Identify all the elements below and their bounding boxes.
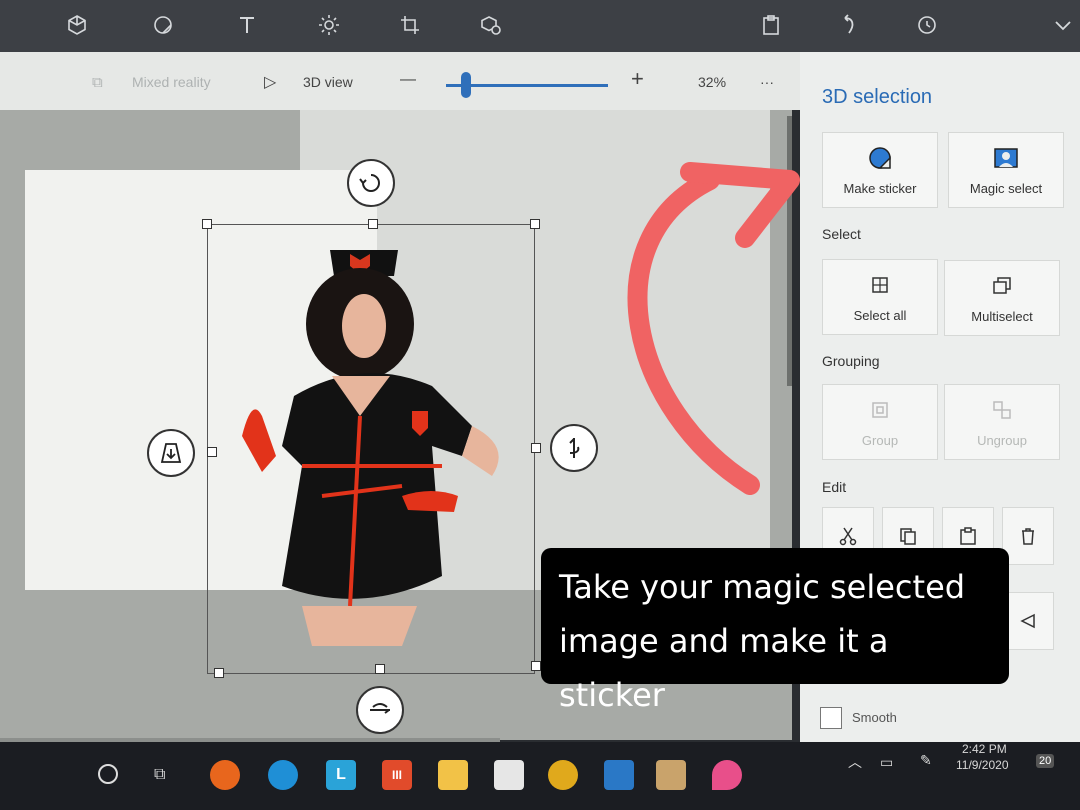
z-position-button[interactable]: [147, 429, 195, 477]
expand-icon[interactable]: [1048, 10, 1078, 40]
undo-icon[interactable]: [834, 10, 864, 40]
magic-select-label: Magic select: [969, 180, 1043, 196]
firefox-icon[interactable]: [210, 760, 240, 790]
resize-handle-bottom-left[interactable]: [214, 668, 224, 678]
store-icon[interactable]: [494, 760, 524, 790]
paste-icon: [960, 527, 976, 545]
mail-icon[interactable]: [604, 760, 634, 790]
caption-line-2: image and make it a sticker: [559, 622, 889, 714]
copy-icon: [900, 528, 916, 545]
resize-handle-right[interactable]: [531, 443, 541, 453]
panel-title: 3D selection: [822, 86, 933, 108]
trash-icon: [1022, 528, 1034, 545]
multiselect-button[interactable]: Multiselect: [944, 260, 1060, 336]
paste-icon[interactable]: [756, 10, 786, 40]
z-depth-icon: [160, 443, 182, 463]
annotation-caption: Take your magic selected image and make …: [541, 548, 1009, 714]
multiselect-icon: [993, 276, 1011, 294]
rotate-x-icon: [370, 703, 390, 714]
resize-handle-top-left[interactable]: [202, 219, 212, 229]
make-sticker-button[interactable]: Make sticker: [822, 132, 938, 208]
resize-handle-bottom[interactable]: [375, 664, 385, 674]
flip-button[interactable]: [1002, 592, 1054, 650]
rotate-icon: [359, 174, 380, 192]
3d-shapes-icon[interactable]: [62, 10, 92, 40]
red-app-icon[interactable]: III: [382, 760, 412, 790]
select-all-button[interactable]: Select all: [822, 259, 938, 335]
ungroup-label: Ungroup: [977, 432, 1027, 448]
3d-view-button[interactable]: 3D view: [303, 74, 353, 90]
ungroup-icon: [993, 400, 1011, 419]
annotation-arrow: [627, 162, 800, 495]
magic-select-icon: [994, 147, 1018, 168]
file-explorer-icon[interactable]: [438, 760, 468, 790]
ungroup-button[interactable]: Ungroup: [944, 384, 1060, 460]
zoom-out-button[interactable]: —: [400, 71, 416, 89]
search-circle-icon[interactable]: [98, 764, 118, 784]
rotate-y-button[interactable]: [550, 424, 598, 472]
grouping-section-label: Grouping: [822, 353, 880, 369]
scissors-icon: [839, 527, 857, 546]
mixed-reality-icon[interactable]: ⧉: [92, 74, 103, 91]
make-sticker-label: Make sticker: [843, 180, 917, 196]
canvas-icon[interactable]: [395, 10, 425, 40]
3d-library-icon[interactable]: [476, 10, 506, 40]
resize-handle-top[interactable]: [368, 219, 378, 229]
mixed-reality-button[interactable]: Mixed reality: [132, 74, 211, 90]
rotate-x-button[interactable]: [356, 686, 404, 734]
select-section-label: Select: [822, 226, 861, 242]
top-toolbar: [0, 0, 1080, 52]
resize-handle-bottom-right[interactable]: [531, 661, 541, 671]
sticker-icon: [869, 146, 891, 169]
flip-icon: [1020, 613, 1035, 629]
resize-handle-top-right[interactable]: [530, 219, 540, 229]
delete-button[interactable]: [1002, 507, 1054, 565]
zoom-in-button[interactable]: +: [631, 66, 644, 92]
caption-line-1: Take your magic selected: [559, 568, 966, 606]
windows-taskbar: ⧉ L III ︿ ▭ ✎ 2:42 PM 11/9/2020 20: [0, 742, 1080, 810]
select-all-icon: [872, 276, 888, 293]
stickers-icon[interactable]: [148, 10, 178, 40]
rotate-y-icon: [569, 438, 580, 458]
battery-icon[interactable]: ▭: [880, 754, 893, 771]
show-hidden-icons-button[interactable]: ︿: [848, 752, 862, 772]
task-view-icon[interactable]: ⧉: [154, 766, 165, 784]
zoom-slider-thumb[interactable]: [461, 72, 471, 98]
history-icon[interactable]: [912, 10, 942, 40]
effects-icon[interactable]: [314, 10, 344, 40]
paint-3d-icon[interactable]: [712, 760, 742, 790]
edge-icon[interactable]: [268, 760, 298, 790]
group-button[interactable]: Group: [822, 384, 938, 460]
text-icon[interactable]: [232, 10, 262, 40]
zoom-value[interactable]: 32%: [698, 74, 726, 90]
paint-icon[interactable]: [656, 760, 686, 790]
selection-box[interactable]: [207, 224, 535, 674]
3d-view-icon: ▷: [264, 74, 277, 91]
multiselect-label: Multiselect: [971, 308, 1033, 324]
magic-select-button[interactable]: Magic select: [948, 132, 1064, 208]
clock-time[interactable]: 2:42 PM: [962, 742, 1007, 756]
resize-handle-left[interactable]: [207, 447, 217, 457]
view-toolbar: ⧉ Mixed reality ▷ 3D view — + 32% ···: [0, 52, 800, 110]
more-options-button[interactable]: ···: [760, 74, 774, 90]
group-label: Group: [861, 432, 899, 448]
pen-icon[interactable]: ✎: [920, 752, 932, 769]
rotate-z-button[interactable]: [347, 159, 395, 207]
chrome-icon[interactable]: [548, 760, 578, 790]
notification-count[interactable]: 20: [1036, 754, 1055, 768]
l-app-icon[interactable]: L: [326, 760, 356, 790]
group-icon: [872, 401, 888, 418]
select-all-label: Select all: [853, 307, 907, 323]
clock-date[interactable]: 11/9/2020: [956, 758, 1009, 772]
edit-section-label: Edit: [822, 479, 847, 495]
